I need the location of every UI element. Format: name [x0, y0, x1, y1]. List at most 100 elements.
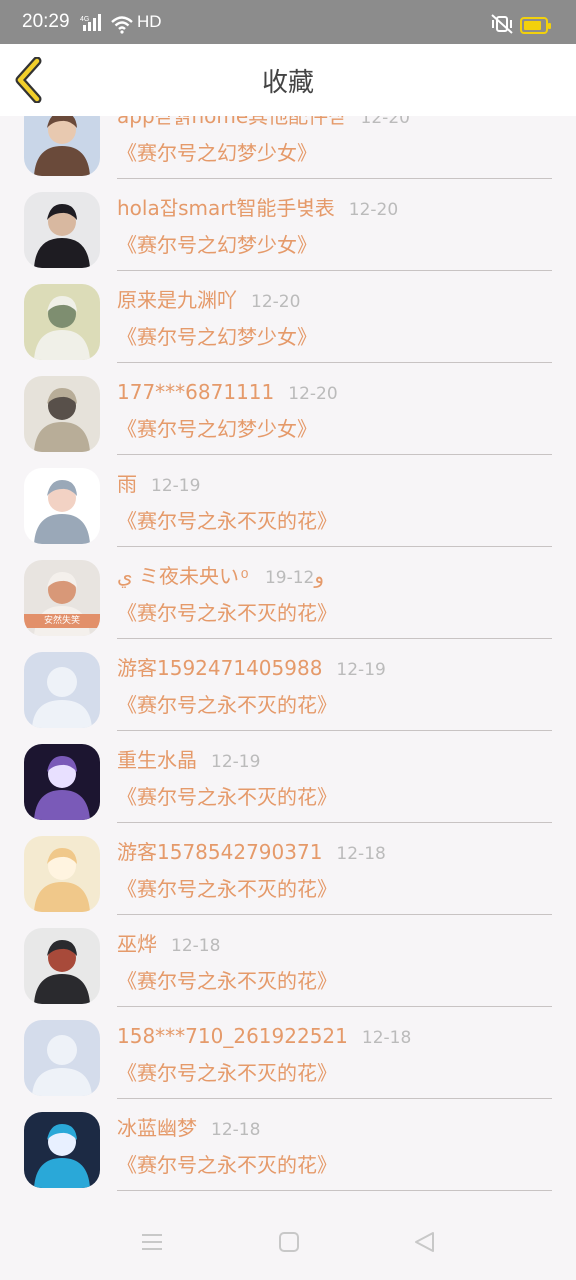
- app-header: 收藏: [0, 44, 576, 116]
- divider: [117, 638, 552, 639]
- item-header: ي ミ夜未央い ͦ و12-19: [117, 560, 324, 592]
- item-header: hola잡smart智能手볒表 12-20: [117, 192, 398, 224]
- divider: [117, 730, 552, 731]
- story-title[interactable]: 《赛尔号之永不灭的花》: [117, 782, 337, 812]
- divider: [117, 454, 552, 455]
- item-date: 12-18: [361, 1028, 412, 1048]
- favorite-list-item[interactable]: 游客1592471405988 12-19 《赛尔号之永不灭的花》: [0, 642, 576, 734]
- divider: [117, 270, 552, 271]
- divider: [117, 914, 552, 915]
- user-name[interactable]: 158***710_261922521: [117, 1024, 348, 1048]
- status-time: 20:29: [22, 11, 70, 32]
- user-name[interactable]: hola잡smart智能手볒表: [117, 196, 335, 220]
- back-triangle-icon: [415, 1232, 434, 1252]
- user-name[interactable]: 冰蓝幽梦: [117, 1116, 197, 1140]
- story-title[interactable]: 《赛尔号之永不灭的花》: [117, 966, 337, 996]
- item-header: 游客1592471405988 12-19: [117, 652, 386, 684]
- item-header: 冰蓝幽梦 12-18: [117, 1112, 260, 1144]
- divider: [117, 1098, 552, 1099]
- avatar[interactable]: [24, 116, 100, 176]
- avatar[interactable]: 安然失笑: [24, 560, 100, 636]
- user-name[interactable]: 游客1578542790371: [117, 840, 322, 864]
- divider: [117, 546, 552, 547]
- home-button[interactable]: [276, 1230, 306, 1256]
- signal-icon: 4G: [80, 14, 104, 37]
- favorite-list-item[interactable]: 雨 12-19 《赛尔号之永不灭的花》: [0, 458, 576, 550]
- story-title[interactable]: 《赛尔号之永不灭的花》: [117, 690, 337, 720]
- item-date: 12-20: [360, 116, 410, 128]
- network-type: 4G: [80, 16, 89, 23]
- divider: [117, 178, 552, 179]
- item-header: 游客1578542790371 12-18: [117, 836, 386, 868]
- item-header: 雨 12-19: [117, 468, 200, 500]
- avatar[interactable]: [24, 468, 100, 544]
- favorite-list-item[interactable]: 重生水晶 12-19 《赛尔号之永不灭的花》: [0, 734, 576, 826]
- divider: [117, 822, 552, 823]
- divider: [117, 1006, 552, 1007]
- story-title[interactable]: 《赛尔号之永不灭的花》: [117, 1150, 337, 1180]
- story-title[interactable]: 《赛尔号之幻梦少女》: [117, 230, 317, 260]
- favorite-list-item[interactable]: 冰蓝幽梦 12-18 《赛尔号之永不灭的花》: [0, 1102, 576, 1194]
- story-title[interactable]: 《赛尔号之永不灭的花》: [117, 506, 337, 536]
- status-bar: 20:29 4G HD: [0, 0, 576, 44]
- favorite-list-item[interactable]: 177***6871111 12-20 《赛尔号之幻梦少女》: [0, 366, 576, 458]
- divider: [117, 1190, 552, 1191]
- item-date: 12-18: [211, 1120, 261, 1140]
- item-header: 177***6871111 12-20: [117, 376, 338, 408]
- battery-icon: [520, 17, 552, 40]
- story-title[interactable]: 《赛尔号之幻梦少女》: [117, 138, 317, 168]
- avatar[interactable]: [24, 652, 100, 728]
- story-title[interactable]: 《赛尔号之永不灭的花》: [117, 1058, 337, 1088]
- item-date: 12-18: [171, 936, 221, 956]
- favorite-list-item[interactable]: 原来是九渊吖 12-20 《赛尔号之幻梦少女》: [0, 274, 576, 366]
- item-header: 158***710_261922521 12-18: [117, 1020, 411, 1052]
- favorite-list-item[interactable]: 158***710_261922521 12-18 《赛尔号之永不灭的花》: [0, 1010, 576, 1102]
- item-date: 12-18: [336, 844, 386, 864]
- story-title[interactable]: 《赛尔号之永不灭的花》: [117, 874, 337, 904]
- vibrate-mute-icon: [490, 14, 514, 39]
- system-nav-bar: [0, 1206, 576, 1280]
- item-header: 巫烨 12-18: [117, 928, 220, 960]
- favorite-list-item[interactable]: hola잡smart智能手볒表 12-20 《赛尔号之幻梦少女》: [0, 182, 576, 274]
- avatar[interactable]: [24, 284, 100, 360]
- item-date: 12-19: [336, 660, 386, 680]
- user-name[interactable]: 巫烨: [117, 932, 157, 956]
- user-name[interactable]: 重生水晶: [117, 748, 197, 772]
- avatar-caption: 安然失笑: [24, 614, 100, 628]
- menu-icon: [142, 1234, 162, 1250]
- avatar[interactable]: [24, 192, 100, 268]
- avatar[interactable]: [24, 376, 100, 452]
- hd-indicator: HD: [137, 12, 162, 31]
- item-date: 12-20: [288, 384, 338, 404]
- item-date: 12-20: [251, 292, 301, 312]
- user-name[interactable]: 游客1592471405988: [117, 656, 322, 680]
- story-title[interactable]: 《赛尔号之永不灭的花》: [117, 598, 337, 628]
- user-name[interactable]: app갿뿱home其他配件찯: [117, 116, 347, 128]
- avatar[interactable]: [24, 1112, 100, 1188]
- item-date: 12-19: [264, 568, 315, 588]
- user-name[interactable]: 177***6871111: [117, 380, 274, 404]
- avatar[interactable]: [24, 744, 100, 820]
- avatar[interactable]: [24, 836, 100, 912]
- favorite-list-item[interactable]: 巫烨 12-18 《赛尔号之永不灭的花》: [0, 918, 576, 1010]
- favorite-list-item[interactable]: 游客1578542790371 12-18 《赛尔号之永不灭的花》: [0, 826, 576, 918]
- item-header: app갿뿱home其他配件찯 12-20: [117, 116, 410, 132]
- item-date: 12-20: [348, 200, 399, 220]
- favorites-list[interactable]: app갿뿱home其他配件찯 12-20 《赛尔号之幻梦少女》 hola잡smart智…: [0, 116, 576, 1206]
- favorite-list-item[interactable]: 安然失笑 ي ミ夜未央い ͦ و12-19 《赛尔号之永不灭的花》: [0, 550, 576, 642]
- page-title: 收藏: [261, 68, 314, 98]
- item-date: 12-19: [151, 476, 201, 496]
- item-date: 12-19: [211, 752, 261, 772]
- user-name[interactable]: 原来是九渊吖: [117, 288, 237, 312]
- menu-button[interactable]: [139, 1230, 169, 1256]
- user-name[interactable]: 雨: [117, 472, 137, 496]
- story-title[interactable]: 《赛尔号之幻梦少女》: [117, 414, 317, 444]
- item-header: 重生水晶 12-19: [117, 744, 260, 776]
- item-header: 原来是九渊吖 12-20: [117, 284, 300, 316]
- back-nav-button[interactable]: [412, 1230, 442, 1256]
- avatar[interactable]: [24, 928, 100, 1004]
- story-title[interactable]: 《赛尔号之幻梦少女》: [117, 322, 317, 352]
- home-square-icon: [279, 1232, 299, 1252]
- avatar[interactable]: [24, 1020, 100, 1096]
- favorite-list-item[interactable]: app갿뿱home其他配件찯 12-20 《赛尔号之幻梦少女》: [0, 116, 576, 182]
